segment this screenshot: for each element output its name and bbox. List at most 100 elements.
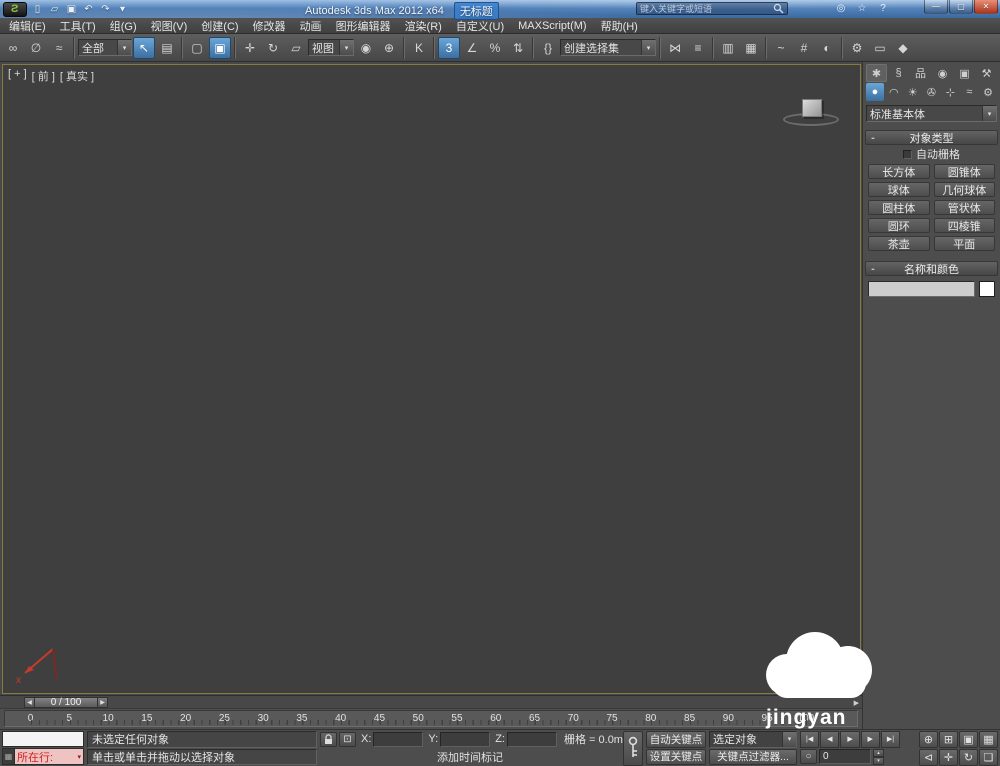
angle-snap-toggle-icon[interactable]: ∠	[461, 37, 483, 59]
close-button[interactable]: ✕	[974, 0, 998, 14]
object-color-swatch[interactable]	[979, 281, 995, 297]
absolute-offset-toggle[interactable]: ⊡	[339, 731, 356, 747]
lights-category-icon[interactable]: ☀	[904, 83, 922, 101]
viewport-general-menu[interactable]: [ + ]	[8, 68, 27, 84]
workspace-dropdown-icon[interactable]: ▾	[115, 2, 130, 16]
z-coordinate-field[interactable]	[506, 731, 557, 747]
unlink-selection-icon[interactable]: ∅	[25, 37, 47, 59]
select-by-name-icon[interactable]: ▤	[156, 37, 178, 59]
helpers-category-icon[interactable]: ⊹	[941, 83, 959, 101]
selection-filter-dropdown[interactable]: 全部 ▾	[78, 39, 132, 56]
set-keys-button[interactable]	[623, 730, 643, 766]
search-icon[interactable]	[773, 3, 784, 14]
play-animation-button[interactable]: ▶	[840, 731, 860, 748]
chevron-down-icon[interactable]: ▾	[782, 732, 796, 747]
motion-tab-icon[interactable]: ◉	[932, 64, 953, 82]
display-tab-icon[interactable]: ▣	[954, 64, 975, 82]
reference-coordinate-system-dropdown[interactable]: 视图 ▾	[308, 39, 354, 56]
schematic-view-icon[interactable]: #	[793, 37, 815, 59]
track-bar[interactable]: 0 5 10 15 20 25 30 35 40 45 50 55 60 65 70 75 80 85 90 95 10…	[0, 708, 862, 729]
menu-item[interactable]: 创建(C)	[194, 18, 245, 33]
use-pivot-point-center-icon[interactable]: ◉	[355, 37, 377, 59]
name-color-rollout-header[interactable]: - 名称和颜色	[865, 261, 998, 276]
next-frame-icon[interactable]: ▶	[97, 697, 108, 708]
graphite-ribbon-toggle-icon[interactable]: ▦	[740, 37, 762, 59]
align-icon[interactable]: ≡	[687, 37, 709, 59]
object-type-button[interactable]: 圆环	[868, 218, 930, 233]
previous-frame-button[interactable]: ◀	[820, 731, 840, 748]
menu-item[interactable]: 渲染(R)	[398, 18, 449, 33]
menu-item[interactable]: 工具(T)	[53, 18, 103, 33]
shapes-category-icon[interactable]: ◠	[885, 83, 903, 101]
open-file-icon[interactable]: ▱	[47, 2, 62, 16]
menu-item[interactable]: 修改器	[246, 18, 293, 33]
keyboard-shortcut-override-icon[interactable]: K	[408, 37, 430, 59]
spinner-up-icon[interactable]: ▴	[873, 749, 884, 758]
window-crossing-toggle-icon[interactable]: ▣	[209, 36, 231, 59]
favorites-star-icon[interactable]: ☆	[855, 2, 869, 16]
menu-item[interactable]: 帮助(H)	[594, 18, 645, 33]
object-type-button[interactable]: 四棱锥	[933, 218, 995, 233]
named-selection-sets-dropdown[interactable]: 创建选择集 ▾	[560, 39, 656, 56]
current-frame-field[interactable]	[819, 749, 871, 765]
object-type-button[interactable]: 圆锥体	[933, 164, 995, 179]
render-production-icon[interactable]: ◆	[892, 37, 914, 59]
chevron-down-icon[interactable]: ▾	[117, 40, 131, 55]
undo-icon[interactable]: ↶	[81, 2, 96, 16]
select-and-rotate-icon[interactable]: ↻	[262, 37, 284, 59]
menu-item[interactable]: MAXScript(M)	[511, 18, 593, 33]
maximize-button[interactable]: ▢	[949, 0, 973, 14]
time-slider-handle[interactable]: ◀ 0 / 100 ▶	[24, 697, 108, 708]
field-of-view-button[interactable]: ⊲	[919, 748, 938, 766]
key-filters-button[interactable]: 关键点过滤器...	[709, 748, 797, 765]
spinner-snap-toggle-icon[interactable]: ⇅	[507, 37, 529, 59]
menu-item[interactable]: 视图(V)	[144, 18, 195, 33]
set-key-button[interactable]: 设置关键点	[646, 748, 706, 765]
chevron-down-icon[interactable]: ▾	[339, 40, 353, 55]
front-viewport[interactable]: [ + ] [ 前 ] [ 真实 ] x	[2, 64, 861, 694]
pan-view-button[interactable]: ✛	[939, 748, 958, 766]
y-coordinate-field[interactable]	[440, 731, 491, 747]
mirror-icon[interactable]: ⋈	[664, 37, 686, 59]
chevron-down-icon[interactable]: ▾	[641, 40, 655, 55]
rectangular-selection-region-icon[interactable]: ▢	[186, 37, 208, 59]
object-type-button[interactable]: 平面	[933, 236, 995, 251]
utilities-tab-icon[interactable]: ⚒	[976, 64, 997, 82]
listener-white-row[interactable]	[2, 731, 84, 747]
viewcube[interactable]	[783, 97, 839, 126]
chevron-down-icon[interactable]: ▾	[982, 106, 996, 121]
next-frame-button[interactable]: ▶	[860, 731, 880, 748]
orbit-viewport-button[interactable]: ↻	[959, 748, 978, 766]
object-type-button[interactable]: 几何球体	[933, 182, 995, 197]
render-setup-icon[interactable]: ⚙	[846, 37, 868, 59]
material-editor-icon[interactable]: ◐	[816, 37, 838, 59]
application-menu-button[interactable]: S	[3, 1, 27, 17]
selected-objects-dropdown[interactable]: 选定对象 ▾	[709, 731, 797, 748]
rendered-frame-window-icon[interactable]: ▭	[869, 37, 891, 59]
object-type-button[interactable]: 长方体	[868, 164, 930, 179]
menu-item[interactable]: 编辑(E)	[2, 18, 53, 33]
maximize-viewport-toggle-button[interactable]: ❏	[979, 748, 998, 766]
help-icon[interactable]: ?	[876, 2, 890, 16]
geometry-category-icon[interactable]: ●	[866, 83, 884, 101]
selection-lock-toggle[interactable]	[320, 731, 337, 747]
select-and-uniform-scale-icon[interactable]: ▱	[285, 37, 307, 59]
viewport-shading-menu[interactable]: [ 真实 ]	[60, 68, 94, 84]
select-and-link-icon[interactable]: ∞	[2, 37, 24, 59]
object-type-button[interactable]: 圆柱体	[868, 200, 930, 215]
go-to-end-button[interactable]: ▶|	[880, 731, 901, 748]
bind-to-space-warp-icon[interactable]: ≈	[48, 37, 70, 59]
auto-key-button[interactable]: 自动关键点	[646, 731, 706, 748]
new-file-icon[interactable]: ▯	[30, 2, 45, 16]
redo-icon[interactable]: ↷	[98, 2, 113, 16]
zoom-all-button[interactable]: ⊞	[939, 730, 958, 748]
maxscript-listener-icon[interactable]: ▦	[2, 748, 15, 765]
search-input[interactable]	[640, 3, 770, 14]
zoom-button[interactable]: ⊕	[919, 730, 938, 748]
primitive-category-dropdown[interactable]: 标准基本体 ▾	[866, 105, 997, 122]
select-and-move-icon[interactable]: ✛	[239, 37, 261, 59]
object-type-rollout-header[interactable]: - 对象类型	[865, 130, 998, 145]
edit-named-selection-sets-icon[interactable]: {}	[537, 37, 559, 59]
save-file-icon[interactable]: ▣	[64, 2, 79, 16]
systems-category-icon[interactable]: ⚙	[979, 83, 997, 101]
